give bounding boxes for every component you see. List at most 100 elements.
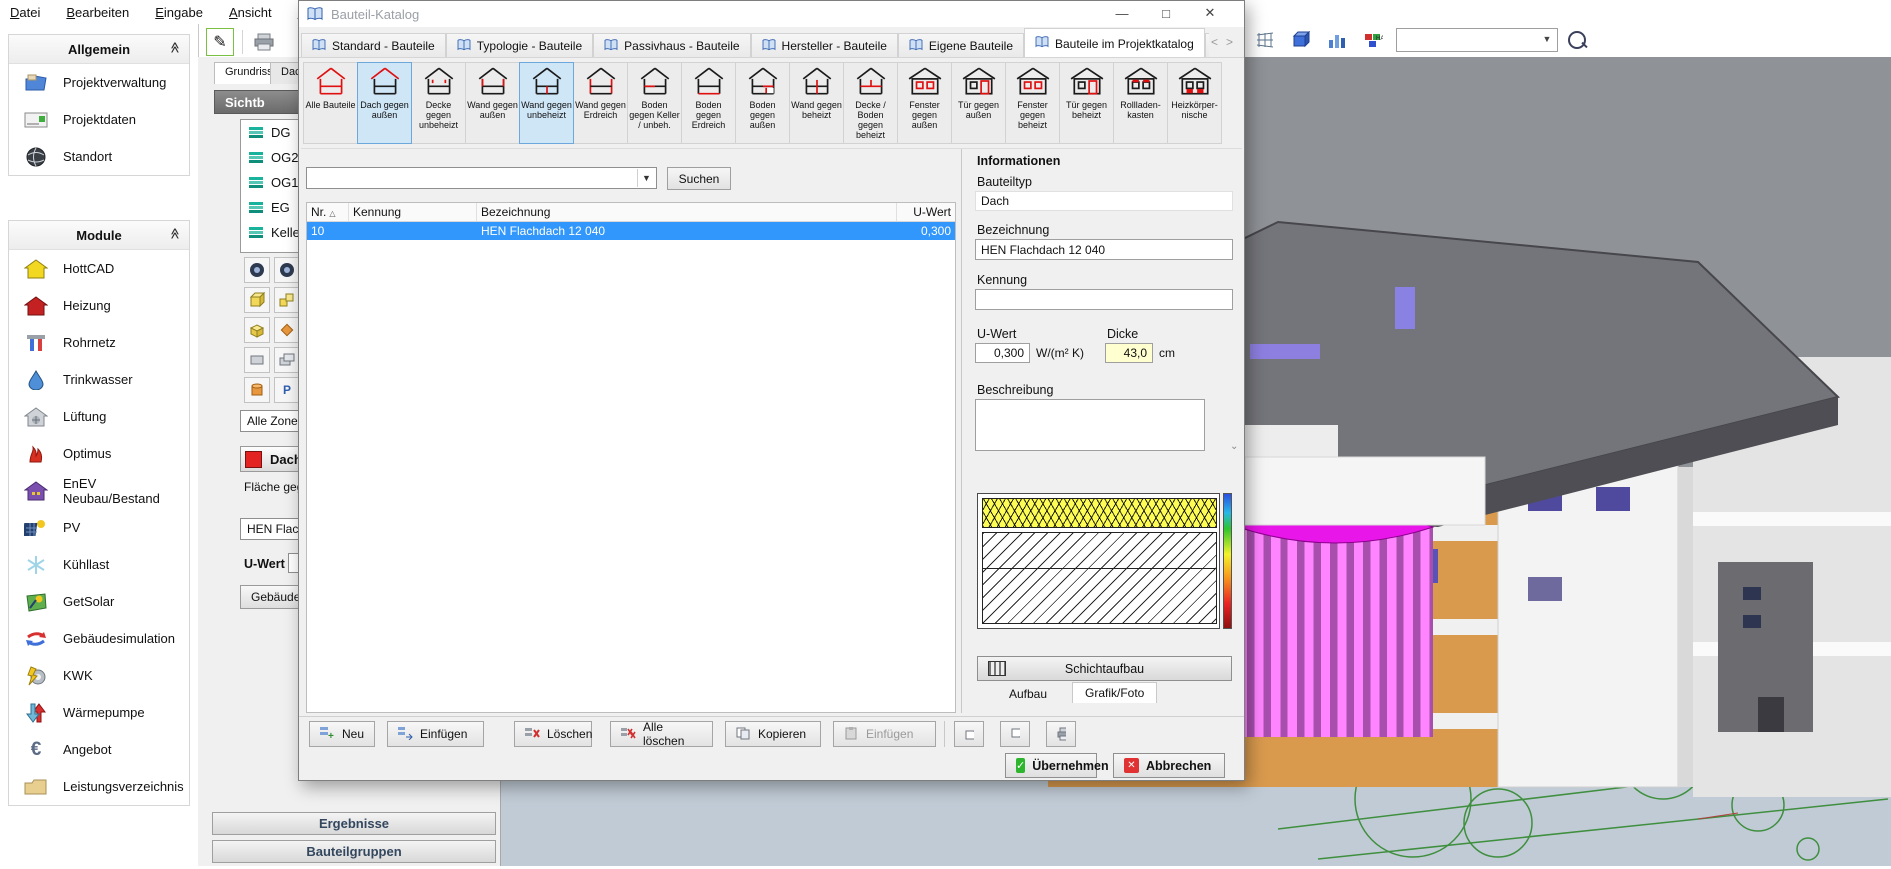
schichtaufbau-button[interactable]: Schichtaufbau	[977, 656, 1232, 681]
toolbar-button-l-schen[interactable]: Löschen	[514, 721, 592, 747]
close-button[interactable]: ✕	[1188, 1, 1232, 25]
component-groups-button[interactable]: Bauteilgruppen	[212, 840, 496, 863]
print-small-icon[interactable]	[1046, 721, 1076, 747]
catalog-tab-bauteile-d[interactable]: Bauteile d	[1205, 33, 1209, 58]
toolbar-button-neu[interactable]: +Neu	[309, 721, 375, 747]
sidebar-item-trinkwasser[interactable]: Trinkwasser	[9, 361, 189, 398]
category-fenster-beheizt[interactable]: Fenster gegen beheizt	[1005, 62, 1060, 144]
search-combo[interactable]: ▼	[306, 167, 657, 189]
dialog-title-bar[interactable]: Bauteil-Katalog — □ ✕	[299, 1, 1244, 27]
sidebar-item-geb-udesimulation[interactable]: Gebäudesimulation	[9, 620, 189, 657]
sidebar-item-angebot[interactable]: €Angebot	[9, 731, 189, 768]
panel-icon[interactable]	[244, 347, 270, 373]
bezeichnung-input[interactable]: HEN Flachdach 12 040	[975, 239, 1233, 260]
export-up-icon[interactable]	[954, 721, 984, 747]
toolbar-button-einf-gen[interactable]: Einfügen	[387, 721, 484, 747]
sidebar-item-projektverwaltung[interactable]: Projektverwaltung	[9, 64, 189, 101]
minimize-button[interactable]: —	[1100, 1, 1144, 25]
category-fenster-aussen[interactable]: Fenster gegen außen	[897, 62, 952, 144]
sidebar-item-standort[interactable]: Standort	[9, 138, 189, 175]
sidebar-item-rohrnetz[interactable]: Rohrnetz	[9, 324, 189, 361]
box3d-icon[interactable]	[244, 287, 270, 313]
search-input[interactable]	[307, 168, 636, 188]
category-wand-unbeheizt[interactable]: Wand gegen unbeheizt	[519, 62, 574, 144]
dicke-input[interactable]: 43,0	[1105, 343, 1153, 363]
palette-icon[interactable]: HA	[1360, 27, 1386, 53]
category-alle[interactable]: Alle Bauteile	[303, 62, 358, 144]
collapse-icon[interactable]: ≪	[169, 42, 182, 54]
category-tuer-beheizt[interactable]: Tür gegen beheizt	[1059, 62, 1114, 144]
sidebar-item-l-ftung[interactable]: Lüftung	[9, 398, 189, 435]
sidebar-item-pv[interactable]: PV	[9, 509, 189, 546]
catalog-tab-typologie-bauteile[interactable]: Typologie - Bauteile	[446, 33, 593, 58]
letter-p-icon[interactable]: P	[274, 377, 300, 403]
results-button[interactable]: Ergebnisse	[212, 812, 496, 835]
view-combo[interactable]: ▼	[1396, 28, 1558, 52]
menu-item-ansicht[interactable]: Ansicht	[229, 5, 272, 20]
openbox-icon[interactable]	[244, 317, 270, 343]
export-down-icon[interactable]	[1000, 721, 1030, 747]
sidebar-item-enev-neubau-bestand[interactable]: EnEV Neubau/Bestand	[9, 472, 189, 509]
sidebar-item-optimus[interactable]: Optimus	[9, 435, 189, 472]
toolbar-button-kopieren[interactable]: Kopieren	[725, 721, 821, 747]
catalog-tab-eigene-bauteile[interactable]: Eigene Bauteile	[898, 33, 1024, 58]
category-rollladen[interactable]: Rollladen-kasten	[1113, 62, 1168, 144]
tab-scroll-left-icon[interactable]: <	[1211, 35, 1218, 49]
category-wand-erdreich[interactable]: Wand gegen Erdreich	[573, 62, 628, 144]
column-header-uwert[interactable]: U-Wert	[897, 203, 955, 221]
category-boden-keller[interactable]: Boden gegen Keller / unbeh.	[627, 62, 682, 144]
sidebar-item-getsolar[interactable]: GetSolar	[9, 583, 189, 620]
info-uwert-input[interactable]: 0,300	[975, 343, 1030, 363]
pencil-icon[interactable]: ✎	[206, 28, 234, 56]
menu-item-eingabe[interactable]: Eingabe	[155, 5, 203, 20]
menu-item-datei[interactable]: Datei	[10, 5, 40, 20]
sidebar-item-w-rmepumpe[interactable]: Wärmepumpe	[9, 694, 189, 731]
diamond-icon[interactable]	[274, 317, 300, 343]
category-wand-beheizt[interactable]: Wand gegen beheizt	[789, 62, 844, 144]
cube-icon[interactable]	[1288, 27, 1314, 53]
scroll-chevron-icon[interactable]: ⌄	[1230, 441, 1238, 452]
collapse-icon[interactable]: ≪	[169, 228, 182, 240]
tab-aufbau[interactable]: Aufbau	[997, 684, 1059, 704]
category-boden-erdreich[interactable]: Boden gegen Erdreich	[681, 62, 736, 144]
beschreibung-textarea[interactable]	[975, 399, 1205, 451]
sidebar-item-leistungsverzeichnis[interactable]: Leistungsverzeichnis	[9, 768, 189, 805]
catalog-tab-bauteile-im-projektkatalog[interactable]: Bauteile im Projektkatalog	[1024, 28, 1205, 58]
menu-item-bearbeiten[interactable]: Bearbeiten	[66, 5, 129, 20]
eye-icon[interactable]	[274, 257, 300, 283]
eye-icon[interactable]	[244, 257, 270, 283]
catalog-tab-passivhaus-bauteile[interactable]: Passivhaus - Bauteile	[593, 33, 750, 58]
magnifier-icon[interactable]	[1568, 31, 1586, 49]
sidebar-item-hottcad[interactable]: HottCAD	[9, 250, 189, 287]
column-header-nr[interactable]: Nr.△	[307, 203, 349, 221]
table-row[interactable]: 10HEN Flachdach 12 0400,300	[307, 222, 955, 240]
column-header-bezeichnung[interactable]: Bezeichnung	[477, 203, 897, 221]
category-tuer-aussen[interactable]: Tür gegen außen	[951, 62, 1006, 144]
cancel-button[interactable]: ✕ Abbrechen	[1113, 753, 1225, 778]
boxes-icon[interactable]	[274, 287, 300, 313]
cylinder-icon[interactable]	[244, 377, 270, 403]
sidebar-item-projektdaten[interactable]: Projektdaten	[9, 101, 189, 138]
tab-scroll-right-icon[interactable]: >	[1226, 35, 1233, 49]
category-wand-aussen[interactable]: Wand gegen außen	[465, 62, 520, 144]
catalog-tab-standard-bauteile[interactable]: Standard - Bauteile	[301, 33, 446, 58]
tab-grafik-foto[interactable]: Grafik/Foto	[1072, 682, 1157, 703]
chart-icon[interactable]	[1324, 27, 1350, 53]
printer-icon[interactable]	[251, 29, 277, 55]
apply-button[interactable]: ✓ Übernehmen	[1005, 753, 1097, 778]
chevron-down-icon[interactable]: ▼	[637, 169, 655, 187]
maximize-button[interactable]: □	[1144, 1, 1188, 25]
search-button[interactable]: Suchen	[667, 167, 731, 190]
category-decke-unbeheizt[interactable]: Decke gegen unbeheizt	[411, 62, 466, 144]
category-boden-aussen[interactable]: Boden gegen außen	[735, 62, 790, 144]
category-decke-boden-beheizt[interactable]: Decke / Boden gegen beheizt	[843, 62, 898, 144]
view-combo-input[interactable]	[1397, 29, 1536, 49]
category-heizkoerper[interactable]: Heizkörper-nische	[1167, 62, 1222, 144]
chevron-down-icon[interactable]: ▼	[1539, 31, 1555, 47]
sidebar-item-kwk[interactable]: KWK	[9, 657, 189, 694]
column-header-kennung[interactable]: Kennung	[349, 203, 477, 221]
toolbar-button-einf-gen[interactable]: Einfügen	[833, 721, 936, 747]
catalog-tab-hersteller-bauteile[interactable]: Hersteller - Bauteile	[751, 33, 898, 58]
toolbar-button-alle-l-schen[interactable]: Alle löschen	[610, 721, 713, 747]
category-dach[interactable]: Dach gegen außen	[357, 62, 412, 144]
